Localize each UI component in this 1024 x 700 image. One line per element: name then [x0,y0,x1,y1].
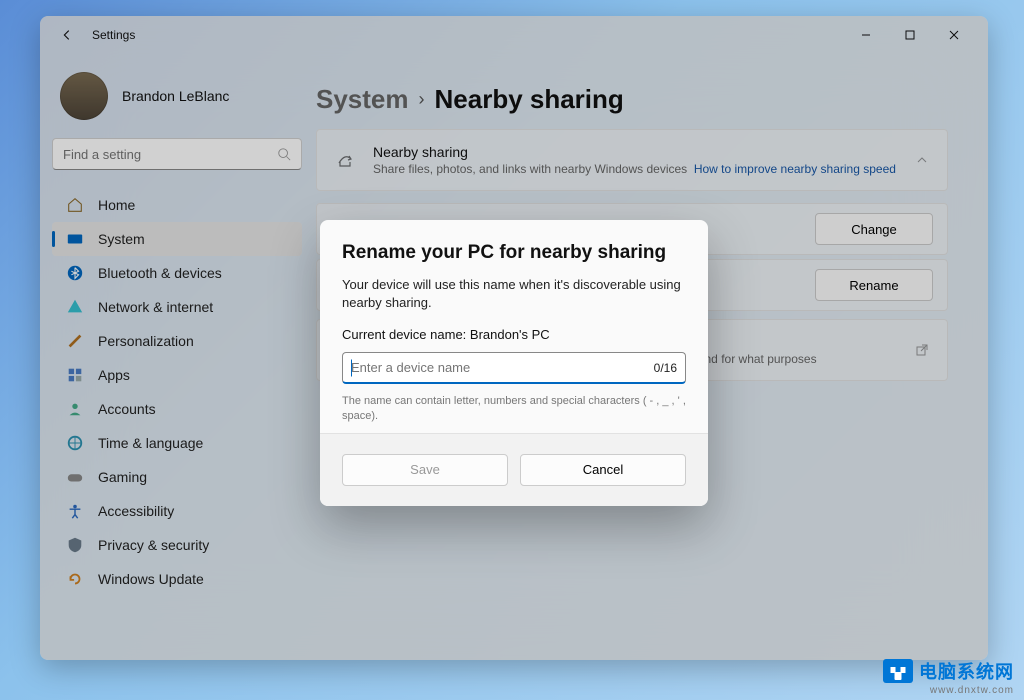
watermark-text-cn: 电脑系统网 [919,658,1014,684]
watermark-url: www.dnxtw.com [883,685,1014,696]
input-hint: The name can contain letter, numbers and… [342,394,686,425]
save-button[interactable]: Save [342,454,508,486]
settings-window: Settings Brandon LeBlanc Home System Blu… [40,16,988,660]
current-device-name: Current device name: Brandon's PC [342,327,686,342]
cancel-button[interactable]: Cancel [520,454,686,486]
dialog-title: Rename your PC for nearby sharing [342,242,686,264]
dialog-description: Your device will use this name when it's… [342,276,686,311]
char-counter: 0/16 [654,361,677,375]
device-name-input[interactable] [351,360,654,375]
modal-scrim: Rename your PC for nearby sharing Your d… [40,16,988,660]
device-name-input-wrapper[interactable]: 0/16 [342,352,686,384]
watermark-logo-icon [883,659,913,683]
watermark: 电脑系统网 www.dnxtw.com [883,658,1014,696]
rename-dialog: Rename your PC for nearby sharing Your d… [320,220,708,506]
text-caret [351,359,352,376]
